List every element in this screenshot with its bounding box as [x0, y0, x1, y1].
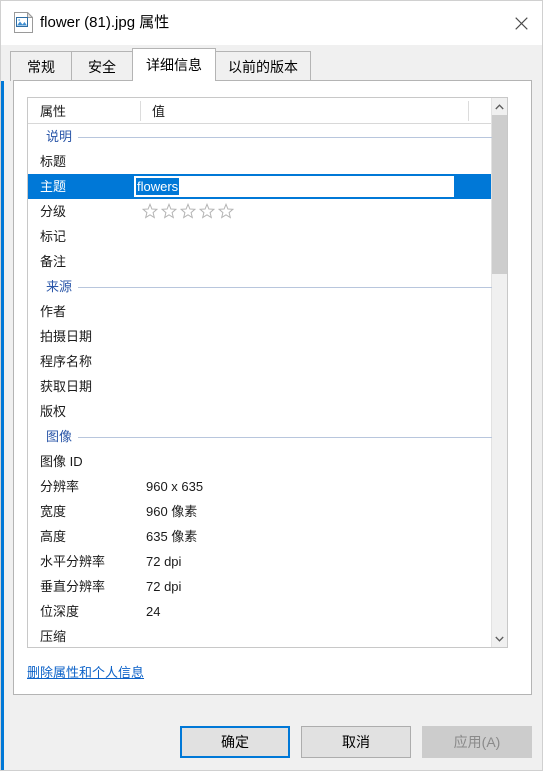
tab-security[interactable]: 安全	[71, 51, 133, 81]
table-row[interactable]: 压缩	[28, 624, 494, 647]
property-value: 635 像素	[146, 529, 198, 544]
table-row[interactable]: 备注	[28, 249, 494, 274]
property-group-header[interactable]: 图像	[28, 424, 494, 449]
star-icon[interactable]	[161, 203, 177, 219]
tab-previous-versions[interactable]: 以前的版本	[215, 51, 311, 81]
column-divider-1[interactable]	[140, 101, 141, 121]
table-row[interactable]: 拍摄日期	[28, 324, 494, 349]
group-header-label: 来源	[46, 274, 79, 299]
table-row[interactable]: 主题 flowers	[28, 174, 494, 199]
ok-button[interactable]: 确定	[180, 726, 290, 758]
group-divider-line	[46, 437, 492, 438]
column-header-value[interactable]: 值	[152, 98, 165, 123]
property-name: 作者	[40, 304, 67, 319]
apply-button-label: 应用(A)	[453, 734, 501, 750]
remove-properties-link[interactable]: 删除属性和个人信息	[27, 662, 144, 681]
scrollbar-thumb[interactable]	[492, 115, 507, 274]
rating-stars[interactable]	[142, 203, 234, 219]
property-name: 标题	[40, 154, 67, 169]
property-value: 72 dpi	[146, 554, 182, 569]
property-rows-viewport: 说明标题主题 flowers 分级标记备注来源作者拍摄日期程序名称获取日期版权图像图…	[28, 124, 494, 647]
image-file-icon	[14, 11, 34, 33]
table-row[interactable]: 分级	[28, 199, 494, 224]
property-value: 24	[146, 604, 161, 619]
cancel-button[interactable]: 取消	[301, 726, 411, 758]
close-icon[interactable]	[498, 1, 542, 45]
tab-strip: 常规 安全 详细信息 以前的版本	[1, 45, 542, 81]
property-name: 拍摄日期	[40, 329, 93, 344]
table-row[interactable]: 程序名称	[28, 349, 494, 374]
window-accent-edge	[1, 45, 4, 770]
table-row[interactable]: 获取日期	[28, 374, 494, 399]
tab-details-label: 详细信息	[146, 57, 202, 73]
column-divider-2[interactable]	[468, 101, 469, 121]
scrollbar-track[interactable]	[492, 115, 507, 630]
chevron-up-icon[interactable]	[492, 98, 507, 115]
table-row[interactable]: 标记	[28, 224, 494, 249]
tab-previous-versions-label: 以前的版本	[228, 58, 298, 75]
details-panel: 属性 值 说明标题主题 flowers 分级标记备注来源作者拍摄日期程序名称获取日期…	[13, 80, 532, 695]
table-row[interactable]: 位深度 24	[28, 599, 494, 624]
property-value: 960 像素	[146, 504, 198, 519]
table-row[interactable]: 标题	[28, 149, 494, 174]
property-name: 位深度	[40, 604, 80, 619]
tab-general-label: 常规	[27, 58, 55, 75]
title-bar: flower (81).jpg 属性	[1, 1, 542, 45]
property-value: 960 x 635	[146, 479, 204, 494]
property-name: 备注	[40, 254, 67, 269]
property-name: 程序名称	[40, 354, 93, 369]
table-row[interactable]: 作者	[28, 299, 494, 324]
property-name: 垂直分辨率	[40, 579, 106, 594]
column-header-value-label: 值	[152, 104, 166, 119]
property-name: 分级	[40, 204, 67, 219]
table-row[interactable]: 图像 ID	[28, 449, 494, 474]
tab-details[interactable]: 详细信息	[132, 48, 216, 81]
group-header-label: 图像	[46, 424, 79, 449]
property-name: 压缩	[40, 629, 67, 644]
subject-edit-value: flowers	[136, 178, 180, 195]
group-divider-line	[46, 137, 492, 138]
subject-edit-input[interactable]: flowers	[134, 176, 454, 197]
table-row[interactable]: 垂直分辨率 72 dpi	[28, 574, 494, 599]
property-list: 属性 值 说明标题主题 flowers 分级标记备注来源作者拍摄日期程序名称获取日期…	[27, 97, 508, 648]
vertical-scrollbar[interactable]	[491, 98, 507, 647]
property-name: 获取日期	[40, 379, 93, 394]
property-name: 高度	[40, 529, 67, 544]
property-name: 标记	[40, 229, 67, 244]
table-row[interactable]: 分辨率 960 x 635	[28, 474, 494, 499]
star-icon[interactable]	[142, 203, 158, 219]
star-icon[interactable]	[180, 203, 196, 219]
window-title: flower (81).jpg 属性	[40, 14, 170, 31]
tab-general[interactable]: 常规	[10, 51, 72, 81]
property-name: 版权	[40, 404, 67, 419]
property-name: 图像 ID	[40, 454, 83, 469]
cancel-button-label: 取消	[342, 734, 370, 750]
property-name: 水平分辨率	[40, 554, 106, 569]
property-group-header[interactable]: 来源	[28, 274, 494, 299]
group-header-label: 说明	[46, 124, 79, 149]
chevron-down-icon[interactable]	[492, 630, 507, 647]
star-icon[interactable]	[199, 203, 215, 219]
tab-security-label: 安全	[88, 58, 116, 75]
property-list-header: 属性 值	[28, 98, 507, 124]
table-row[interactable]: 宽度 960 像素	[28, 499, 494, 524]
ok-button-label: 确定	[221, 734, 249, 750]
column-header-property[interactable]: 属性	[40, 98, 66, 123]
properties-dialog-window: flower (81).jpg 属性 常规 安全 详细信息 以前的版本 属性 值…	[0, 0, 543, 771]
star-icon[interactable]	[218, 203, 234, 219]
property-name: 分辨率	[40, 479, 80, 494]
property-name: 宽度	[40, 504, 67, 519]
property-value: 72 dpi	[146, 579, 182, 594]
property-name: 主题	[40, 179, 67, 194]
column-header-property-label: 属性	[40, 104, 67, 119]
property-group-header[interactable]: 说明	[28, 124, 494, 149]
table-row[interactable]: 水平分辨率 72 dpi	[28, 549, 494, 574]
table-row[interactable]: 高度 635 像素	[28, 524, 494, 549]
table-row[interactable]: 版权	[28, 399, 494, 424]
apply-button[interactable]: 应用(A)	[422, 726, 532, 758]
group-divider-line	[46, 287, 492, 288]
